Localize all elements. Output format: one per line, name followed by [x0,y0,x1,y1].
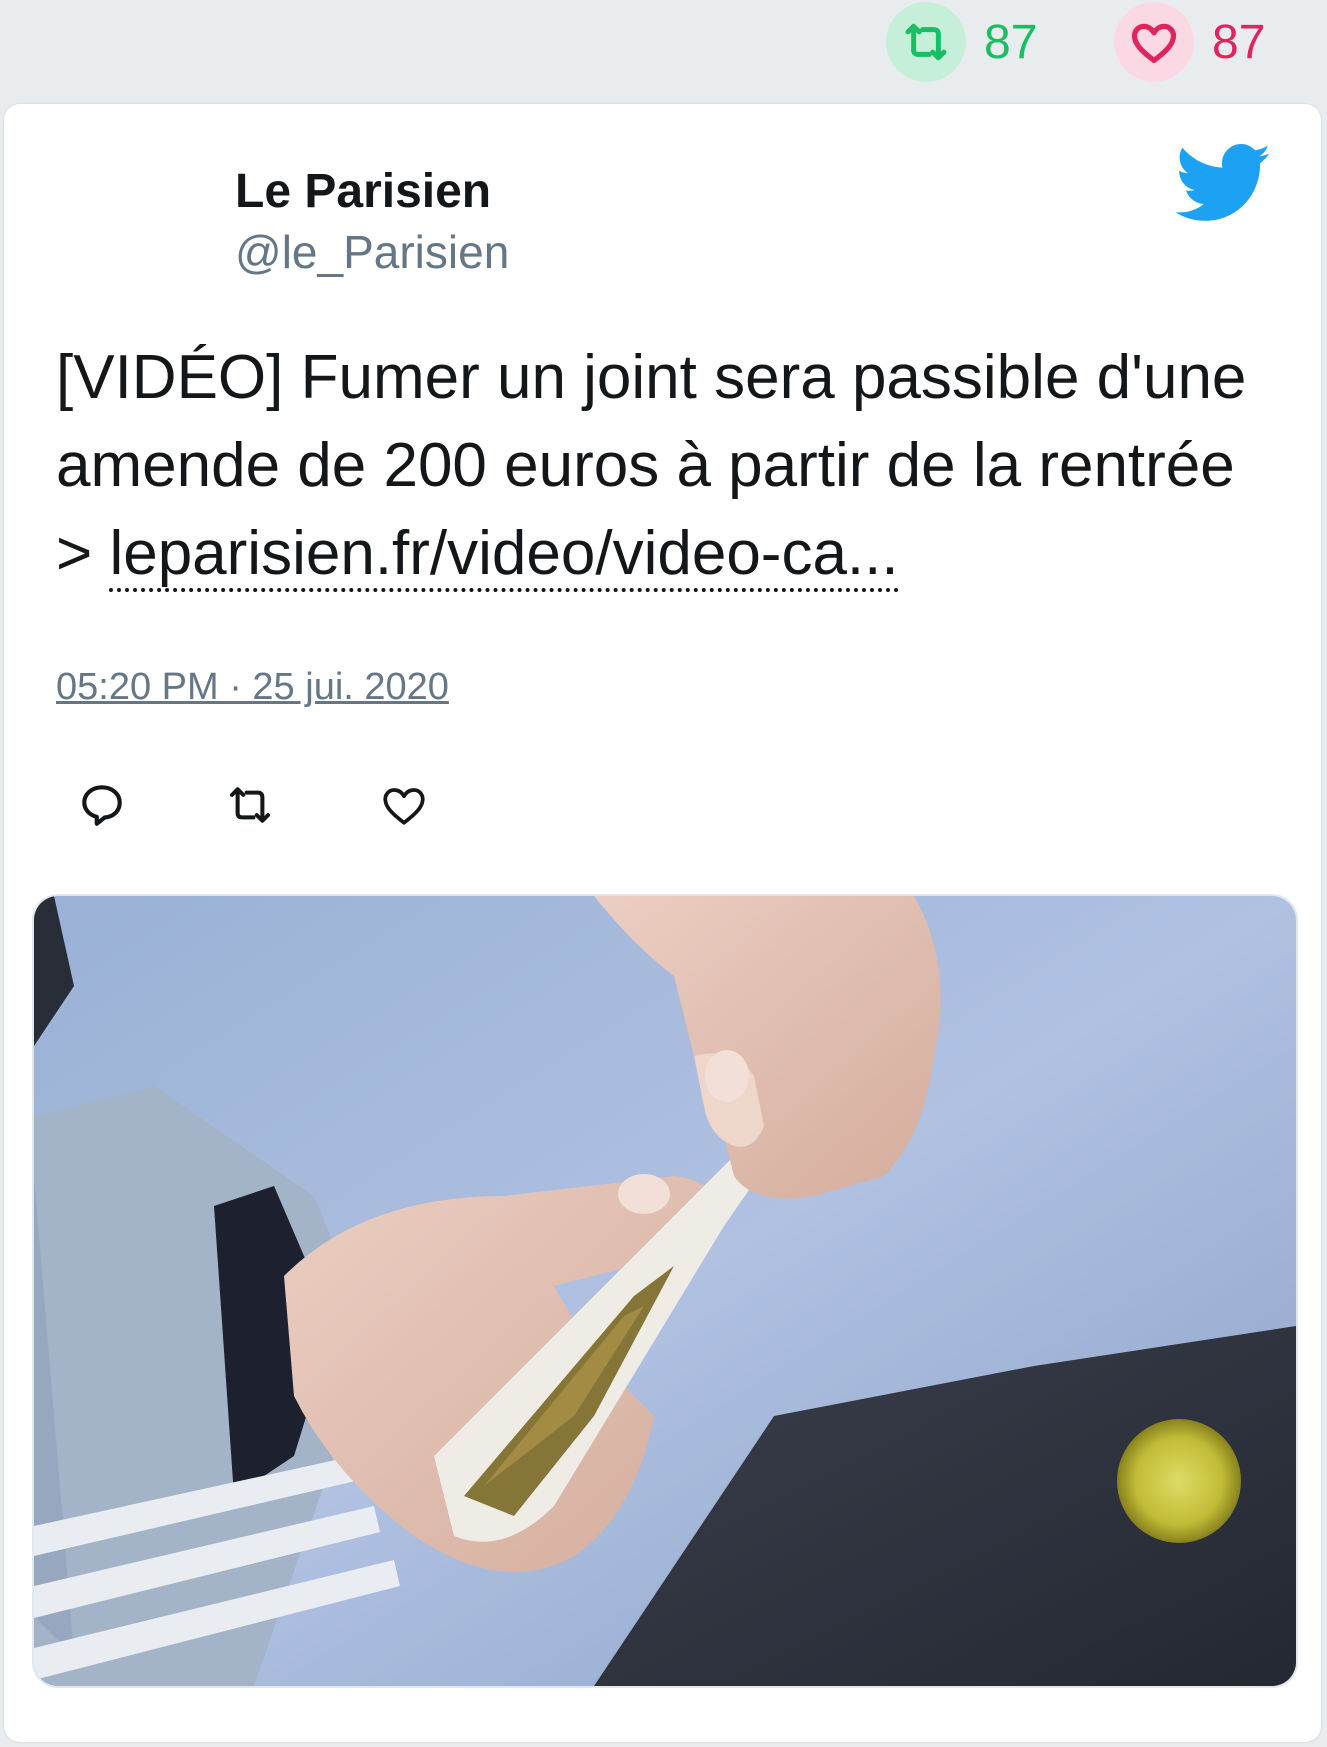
like-count: 87 [1212,15,1266,69]
like-count-stat[interactable]: 87 [1114,2,1265,82]
retweet-icon [886,2,966,82]
retweet-icon [223,778,277,837]
reply-icon [77,780,127,835]
tweet-link[interactable]: leparisien.fr/video/video-ca... [109,519,899,592]
twitter-bird-icon [1174,144,1274,224]
retweet-count: 87 [984,15,1038,69]
top-stats-bar: 87 87 [0,0,1327,100]
like-button[interactable] [376,779,432,835]
author-handle[interactable]: @le_Parisien [235,222,509,282]
reply-button[interactable] [74,779,130,835]
heart-icon [379,780,429,835]
heart-icon [1114,2,1194,82]
retweet-button[interactable] [222,779,278,835]
tweet-timestamp[interactable]: 05:20 PM · 25 jui. 2020 [56,666,449,709]
tweet-author[interactable]: Le Parisien @le_Parisien [235,162,509,282]
tweet-media-image[interactable] [32,894,1298,1688]
tweet-card: Le Parisien @le_Parisien [VIDÉO] Fumer u… [4,104,1321,1742]
tweet-text: [VIDÉO] Fumer un joint sera passible d'u… [56,334,1276,598]
retweet-count-stat[interactable]: 87 [886,2,1037,82]
author-name[interactable]: Le Parisien [235,162,509,222]
